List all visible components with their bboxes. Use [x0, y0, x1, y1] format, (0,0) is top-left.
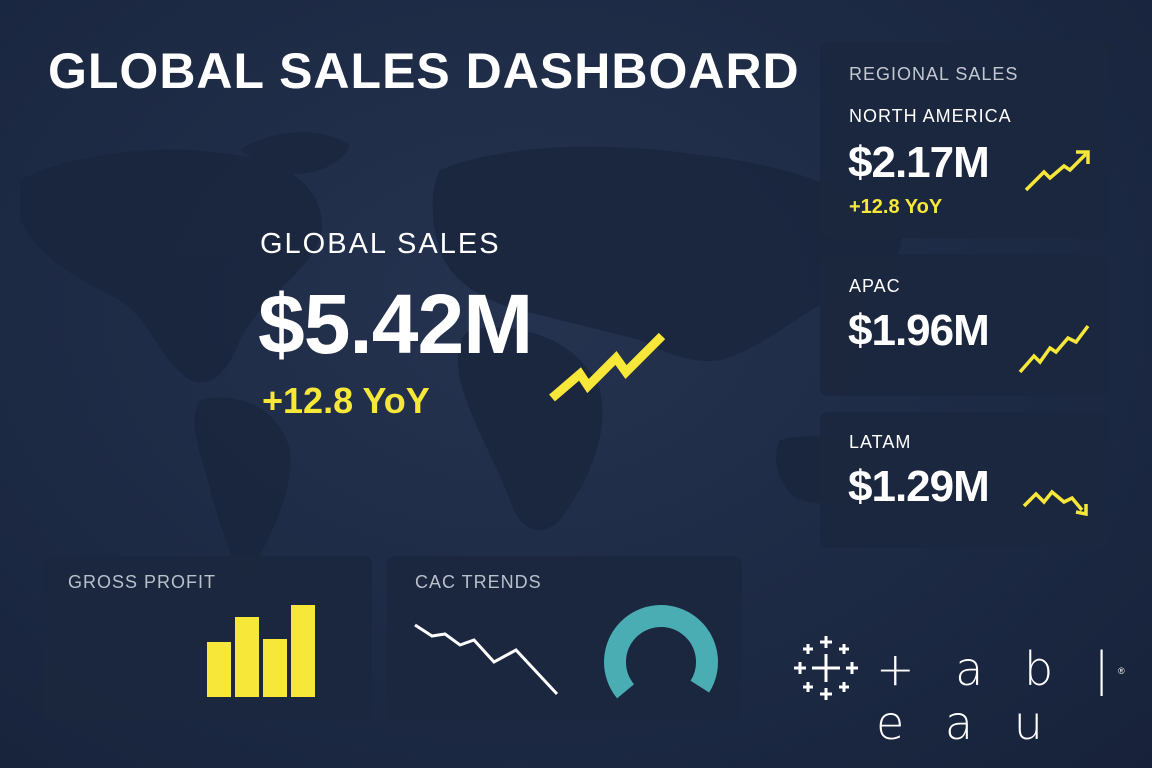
- region-name-apac: APAC: [849, 276, 901, 296]
- latam-trend-down-icon: [1022, 489, 1088, 517]
- region-value-latam: $1.29M: [848, 462, 990, 511]
- region-card-apac[interactable]: APAC $1.96M: [820, 254, 1110, 396]
- region-name-latam: LATAM: [849, 432, 912, 452]
- gross-profit-bar: [291, 605, 315, 697]
- global-sales-value: $5.42M: [258, 277, 533, 371]
- north-america-trend-up-icon: [1024, 150, 1090, 192]
- region-value-apac: $1.96M: [848, 306, 990, 355]
- cac-trends-panel[interactable]: CAC TRENDS: [387, 556, 742, 721]
- global-sales-change: +12.8 YoY: [262, 380, 430, 421]
- region-value-north-america: $2.17M: [848, 138, 990, 187]
- apac-trend-up-icon: [1018, 324, 1090, 374]
- gross-profit-title: GROSS PROFIT: [68, 572, 217, 592]
- region-name-north-america: NORTH AMERICA: [849, 106, 1012, 126]
- cac-trends-title: CAC TRENDS: [415, 572, 542, 592]
- global-sales-label: GLOBAL SALES: [260, 228, 501, 260]
- cac-trend-line: [414, 623, 559, 696]
- regional-sales-title: REGIONAL SALES: [849, 64, 1019, 84]
- cac-gauge-arc: [604, 605, 718, 699]
- gross-profit-panel[interactable]: GROSS PROFIT: [42, 556, 372, 721]
- registered-mark: ®: [1118, 666, 1125, 676]
- global-trend-up-icon: [549, 332, 666, 402]
- gross-profit-bar: [235, 617, 259, 697]
- regional-sales-card[interactable]: REGIONAL SALES NORTH AMERICA $2.17M +12.…: [820, 42, 1110, 238]
- tableau-logo-icon: [794, 636, 858, 700]
- dashboard-title: GLOBAL SALES DASHBOARD: [48, 43, 800, 99]
- tableau-wordmark: + a b | e a u: [876, 642, 1123, 750]
- region-card-latam[interactable]: LATAM $1.29M: [820, 412, 1110, 548]
- region-change-north-america: +12.8 YoY: [849, 196, 943, 218]
- cac-gauge: [604, 605, 718, 699]
- gross-profit-bar: [263, 639, 287, 697]
- gross-profit-bar: [207, 642, 231, 697]
